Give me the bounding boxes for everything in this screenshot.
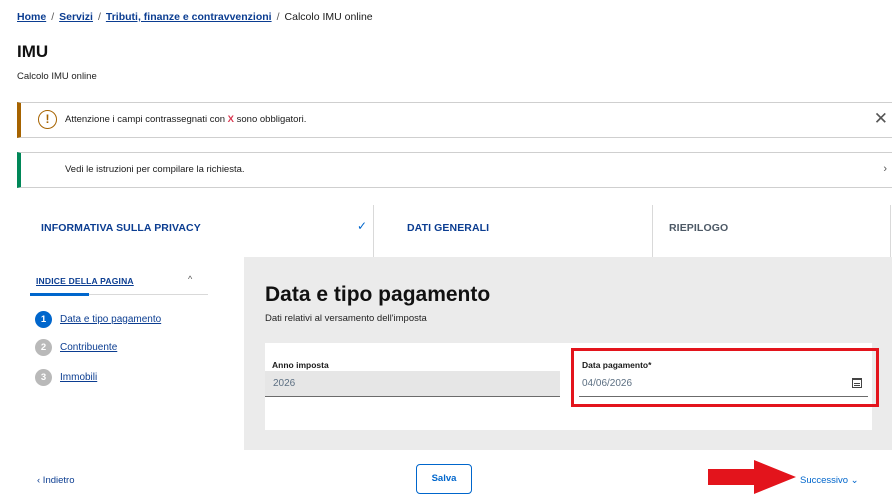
alert-warning-text: Attenzione i campi contrassegnati con X …	[65, 114, 306, 125]
anno-imposta-label: Anno imposta	[272, 360, 329, 370]
step-label: DATI GENERALI	[407, 222, 490, 234]
page-subtitle: Calcolo IMU online	[17, 71, 97, 82]
section-title: Data e tipo pagamento	[265, 283, 491, 306]
step-label: RIEPILOGO	[669, 222, 729, 234]
alert-instructions[interactable]: Vedi le istruzioni per compilare la rich…	[17, 152, 892, 188]
warning-icon: !	[38, 110, 57, 129]
check-icon: ✓	[357, 219, 368, 233]
toc-item-contribuente[interactable]: 2 Contribuente	[35, 338, 117, 356]
toc-title[interactable]: INDICE DELLA PAGINA	[36, 276, 134, 286]
toc-item-immobili[interactable]: 3 Immobili	[35, 368, 97, 386]
breadcrumb-separator: /	[97, 11, 101, 23]
toc-step-number: 1	[35, 310, 52, 328]
toc-link[interactable]: Data e tipo pagamento	[60, 314, 161, 325]
breadcrumb-tributi[interactable]: Tributi, finanze e contravvenzioni	[106, 11, 272, 23]
toc-link[interactable]: Immobili	[60, 372, 97, 383]
toc-link[interactable]: Contribuente	[60, 342, 117, 353]
breadcrumb-servizi[interactable]: Servizi	[59, 11, 93, 23]
next-button[interactable]: Successivo ⌄	[800, 475, 859, 486]
breadcrumb-home[interactable]: Home	[17, 11, 46, 23]
toc-step-number: 3	[35, 368, 52, 386]
calendar-icon[interactable]	[852, 378, 862, 388]
page-title: IMU	[17, 42, 49, 61]
chevron-up-icon[interactable]: ^	[188, 274, 192, 284]
data-pagamento-value: 04/06/2026	[582, 378, 633, 389]
section-description: Dati relativi al versamento dell'imposta	[265, 313, 427, 324]
alert-text-after: sono obbligatori.	[234, 114, 307, 125]
breadcrumb-separator: /	[51, 11, 55, 23]
data-pagamento-label: Data pagamento*	[582, 360, 652, 370]
red-arrow-icon	[708, 460, 796, 494]
chevron-right-icon[interactable]: ›	[883, 163, 887, 175]
breadcrumb-current: Calcolo IMU online	[284, 11, 373, 23]
toc-progress-bar	[30, 293, 89, 296]
breadcrumb-separator: /	[276, 11, 280, 23]
save-button[interactable]: Salva	[416, 464, 472, 494]
red-arrow-shape	[708, 460, 796, 494]
toc-step-number: 2	[35, 338, 52, 356]
alert-text-before: Attenzione i campi contrassegnati con	[65, 114, 228, 125]
breadcrumb: Home / Servizi / Tributi, finanze e contravv…	[17, 11, 373, 23]
anno-imposta-value: 2026	[273, 378, 296, 389]
step-label: INFORMATIVA SULLA PRIVACY	[41, 222, 201, 234]
alert-instructions-text: Vedi le istruzioni per compilare la rich…	[65, 164, 245, 175]
back-button[interactable]: ‹ Indietro	[37, 475, 75, 486]
alert-required-fields: ! Attenzione i campi contrassegnati con …	[17, 102, 892, 138]
anno-imposta-field: 2026	[265, 371, 560, 397]
toc-item-data-pagamento[interactable]: 1 Data e tipo pagamento	[35, 310, 161, 328]
data-pagamento-input[interactable]: 04/06/2026	[579, 371, 868, 397]
close-icon[interactable]: ✕	[874, 109, 888, 129]
